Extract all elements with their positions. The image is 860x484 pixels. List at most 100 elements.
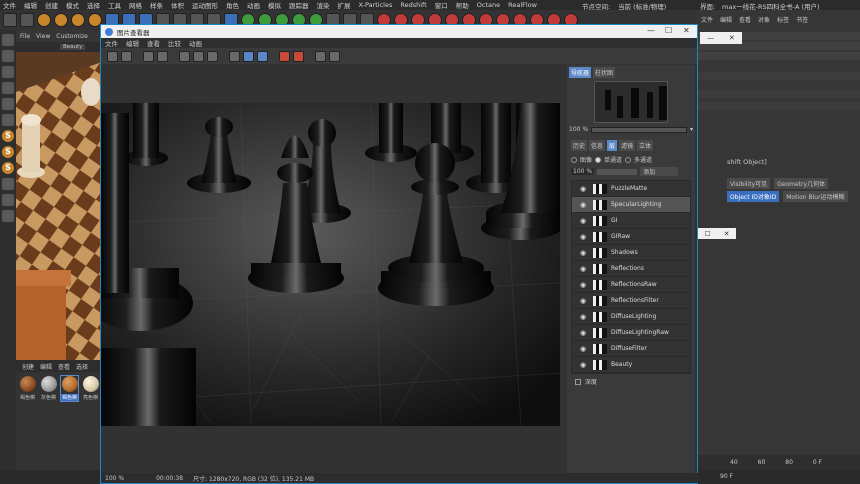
menu-volume[interactable]: 体积 <box>171 0 184 10</box>
menu-spline[interactable]: 样条 <box>150 0 163 10</box>
perspective-viewport[interactable]: File View Customize Beauty <box>16 30 102 370</box>
radio-multi-pass[interactable] <box>625 156 632 163</box>
redo-icon[interactable] <box>20 13 34 27</box>
material-menu-create[interactable]: 创建 <box>22 362 34 371</box>
render-image[interactable] <box>101 103 560 426</box>
lock-icon[interactable] <box>2 194 14 206</box>
menu-render[interactable]: 渲染 <box>317 0 330 10</box>
viewer-menu-file[interactable]: 文件 <box>105 38 118 48</box>
eye-icon[interactable]: ◉ <box>580 361 588 369</box>
eye-icon[interactable]: ◉ <box>580 313 588 321</box>
viewport-menu-file[interactable]: File <box>20 33 30 40</box>
chevron-down-icon[interactable]: ▾ <box>690 126 693 133</box>
render-icon[interactable] <box>143 50 154 62</box>
material-2[interactable]: 灰色棋 <box>40 376 57 401</box>
tab-motion-blur[interactable]: Motion Blur运动模糊 <box>783 191 848 202</box>
layer-item[interactable]: ◉ ReflectionsFilter <box>572 293 690 309</box>
swap-icon[interactable] <box>193 50 204 62</box>
save-icon[interactable] <box>121 50 132 62</box>
edges-mode-icon[interactable] <box>2 82 14 94</box>
radio-image[interactable] <box>571 156 577 163</box>
live-select-icon[interactable] <box>37 13 51 27</box>
close-icon[interactable]: ✕ <box>724 230 730 238</box>
snap-icon-1[interactable]: S <box>2 130 14 142</box>
layer-item[interactable]: ◉ Reflections <box>572 261 690 277</box>
tab-navigator[interactable]: 导航器 <box>569 67 592 78</box>
b-channel-icon[interactable] <box>293 50 304 62</box>
snapshot-icon[interactable] <box>207 50 218 62</box>
split-icon[interactable] <box>315 50 326 62</box>
grid-icon[interactable] <box>2 210 14 222</box>
material-menu-view[interactable]: 查看 <box>58 362 70 371</box>
layer-item[interactable]: ◉ DiffuseFilter <box>572 341 690 357</box>
model-mode-icon[interactable] <box>2 34 14 46</box>
axis-icon[interactable] <box>2 114 14 126</box>
minimize-icon[interactable]: — <box>707 34 714 42</box>
menu-create[interactable]: 创建 <box>45 0 58 10</box>
menu-mesh[interactable]: 网格 <box>129 0 142 10</box>
blend-mode-dropdown[interactable]: 添加 <box>640 167 679 176</box>
close-icon[interactable]: ✕ <box>729 34 735 42</box>
menu-tracker[interactable]: 跟踪器 <box>289 0 309 10</box>
layer-item[interactable]: ◉ Beauty <box>572 357 690 373</box>
material-4[interactable]: 亮色棋 <box>82 376 99 401</box>
object-row[interactable] <box>697 102 860 110</box>
layer-item[interactable]: ◉ Shadows <box>572 245 690 261</box>
eye-icon[interactable]: ◉ <box>580 201 588 209</box>
maximize-icon[interactable]: ☐ <box>665 26 672 35</box>
layer-item[interactable]: ◉ SpecularLighting <box>572 197 690 213</box>
tab-object-id[interactable]: Object ID对象ID <box>727 191 780 202</box>
ab-compare-icon[interactable] <box>179 50 190 62</box>
maximize-icon[interactable]: ☐ <box>704 230 710 238</box>
viewport-menu-customize[interactable]: Customize <box>56 33 88 40</box>
navigator-zoom-slider[interactable] <box>591 126 687 133</box>
menu-tools[interactable]: 工具 <box>108 0 121 10</box>
opacity-slider[interactable] <box>597 168 638 175</box>
move-icon[interactable] <box>54 13 68 27</box>
layer-item[interactable]: ◉ DiffuseLighting <box>572 309 690 325</box>
material-menu-select[interactable]: 选择 <box>76 362 88 371</box>
tab-history[interactable]: 历史 <box>571 140 588 151</box>
menu-file[interactable]: 文件 <box>3 0 16 10</box>
tab-info[interactable]: 信息 <box>589 140 606 151</box>
om-menu-view[interactable]: 查看 <box>739 15 751 24</box>
status-zoom[interactable]: 100 % <box>105 475 124 482</box>
eye-icon[interactable]: ◉ <box>580 265 588 273</box>
eye-icon[interactable]: ◉ <box>580 297 588 305</box>
eye-icon[interactable]: ◉ <box>580 217 588 225</box>
depth-checkbox[interactable] <box>575 378 581 385</box>
om-menu-file[interactable]: 文件 <box>701 15 713 24</box>
om-menu-edit[interactable]: 编辑 <box>720 15 732 24</box>
tab-filter[interactable]: 滤镜 <box>619 140 636 151</box>
viewer-menu-edit[interactable]: 编辑 <box>126 38 139 48</box>
eye-icon[interactable]: ◉ <box>580 345 588 353</box>
material-1[interactable]: 褐色棋 <box>19 376 36 401</box>
menu-character[interactable]: 角色 <box>226 0 239 10</box>
points-mode-icon[interactable] <box>2 66 14 78</box>
object-row[interactable] <box>697 90 860 98</box>
current-frame-field[interactable]: 0 F <box>813 459 822 466</box>
stop-icon[interactable] <box>157 50 168 62</box>
minimize-icon[interactable]: — <box>647 26 655 35</box>
viewer-menu-animation[interactable]: 动画 <box>189 38 202 48</box>
snap-icon-2[interactable]: S <box>2 146 14 158</box>
tab-histogram[interactable]: 柱状图 <box>593 67 616 78</box>
material-3[interactable]: 褐色棋 <box>60 375 79 402</box>
tab-visibility[interactable]: Visibility可见 <box>727 178 771 189</box>
eye-icon[interactable]: ◉ <box>580 329 588 337</box>
snap-icon-3[interactable]: S <box>2 162 14 174</box>
menu-select[interactable]: 选择 <box>87 0 100 10</box>
menu-mode[interactable]: 模式 <box>66 0 79 10</box>
checker-icon[interactable] <box>2 50 14 62</box>
object-row[interactable] <box>697 52 860 60</box>
menu-extensions[interactable]: 扩展 <box>338 0 351 10</box>
layer-item[interactable]: ◉ ReflectionsRaw <box>572 277 690 293</box>
menu-xparticles[interactable]: X-Particles <box>359 1 393 9</box>
depth-layer-row[interactable]: 深度 <box>567 374 695 389</box>
opacity-field[interactable]: 100 % <box>571 168 595 175</box>
layer-item[interactable]: ◉ GIRaw <box>572 229 690 245</box>
om-menu-object[interactable]: 对象 <box>758 15 770 24</box>
a-channel-icon[interactable] <box>279 50 290 62</box>
navigator-thumbnail[interactable] <box>594 81 668 123</box>
om-menu-tags[interactable]: 标签 <box>777 15 789 24</box>
